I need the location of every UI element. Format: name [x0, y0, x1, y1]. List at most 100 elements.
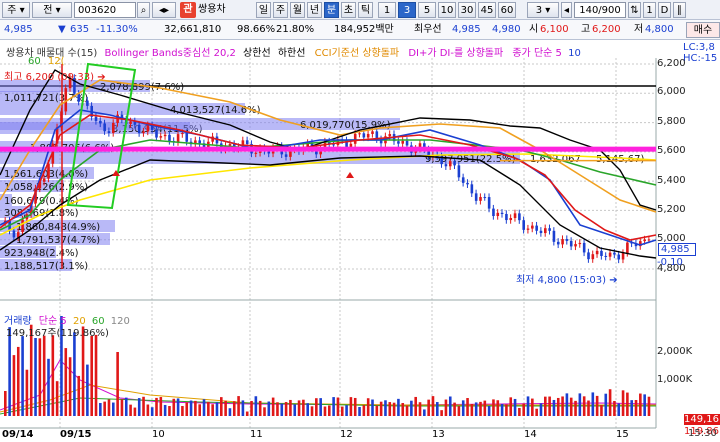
candle-body: [168, 134, 171, 141]
legend-bb-upper: 상한선: [243, 48, 271, 59]
volume-bar: [349, 397, 353, 416]
period-tab-0[interactable]: 일: [256, 2, 271, 18]
candle-body: [509, 218, 513, 221]
watch-badge-label: 관: [183, 4, 193, 15]
interval-button-1[interactable]: 3: [398, 2, 416, 18]
volume-bar: [241, 400, 245, 416]
candle-body: [544, 228, 547, 234]
volume-bar: [211, 404, 214, 416]
volume-bar: [531, 398, 534, 416]
volume-bar: [25, 369, 29, 416]
buy-button[interactable]: 매수: [686, 22, 720, 38]
volume-bar: [185, 402, 189, 416]
best-quote-label: 최우선: [414, 24, 442, 35]
candle-body: [608, 252, 612, 257]
volume-bar: [340, 406, 344, 416]
volume-bar: [423, 409, 426, 416]
menu-label: 주: [7, 5, 17, 16]
open-label: 시: [529, 24, 539, 35]
period-tab-4[interactable]: 분: [324, 2, 339, 18]
search-icon: ⌕: [140, 5, 147, 16]
volume-bar: [626, 392, 629, 416]
chart-area[interactable]: 2,078,899(7.6%) 1,011,721(3.7%) 4,013,527(…: [0, 40, 720, 442]
low-annotation-text: 최저 4,800 (15:03): [516, 275, 607, 286]
candle-body: [457, 165, 461, 178]
stock-code-input[interactable]: 003620: [74, 2, 136, 18]
volume-bar: [306, 403, 309, 416]
volume-bar: [293, 404, 297, 416]
interval-button-6[interactable]: 60: [498, 2, 516, 18]
candle-body: [353, 133, 357, 144]
candle-body: [591, 254, 595, 260]
legend-bb: Bollinger Bands중심선 20,2: [104, 48, 236, 59]
volume-bar: [634, 400, 638, 416]
time-axis-label: 09/14: [2, 429, 34, 440]
period-tab-6[interactable]: 틱: [358, 2, 373, 18]
toolbar-button-d[interactable]: D: [658, 2, 671, 18]
interval-button-3[interactable]: 10: [438, 2, 456, 18]
candle-body: [595, 250, 599, 255]
candle-body: [643, 239, 646, 242]
time-axis-label: 15: [616, 429, 629, 440]
toolbar-button-1[interactable]: 1: [643, 2, 656, 18]
interval-button-2[interactable]: 5: [418, 2, 436, 18]
candlestick-chart[interactable]: 2,078,899(7.6%)1,011,721(3.7%)4,013,527(…: [0, 40, 720, 442]
candle-body: [94, 116, 98, 121]
prev-next-stock-button[interactable]: ◂▸: [152, 2, 176, 18]
interval-button-0[interactable]: 1: [378, 2, 396, 18]
candle-body: [448, 161, 452, 167]
volume-bar: [315, 398, 318, 416]
volume-bar: [250, 400, 253, 416]
candle-body: [626, 242, 629, 253]
volume-bar: [444, 399, 448, 416]
volume-bar: [466, 398, 469, 416]
volume-bar: [38, 338, 42, 416]
data-count-input[interactable]: 140/900: [574, 2, 626, 18]
data-count-value: 140/900: [579, 5, 621, 16]
watch-badge[interactable]: 관: [180, 2, 196, 18]
candle-body: [613, 252, 616, 255]
volume-bar: [297, 400, 301, 416]
candle-body: [444, 164, 448, 167]
volume-bar: [124, 397, 128, 416]
volume-current-tag: 149,16: [684, 414, 720, 425]
candle-body: [453, 161, 456, 166]
price-axis-label: 4,800: [657, 263, 686, 274]
volume-bar: [336, 397, 340, 416]
time-axis-label: 11: [250, 429, 263, 440]
price-axis-label: 5,400: [657, 175, 686, 186]
interval-button-5[interactable]: 45: [478, 2, 496, 18]
best-bid: 4,980: [492, 24, 521, 35]
interval-button-4[interactable]: 30: [458, 2, 476, 18]
volume-bar: [379, 401, 383, 416]
candle-body: [587, 252, 590, 260]
period-tab-1[interactable]: 주: [273, 2, 288, 18]
volume-bar: [120, 399, 124, 416]
candle-body: [565, 239, 569, 241]
volume-profile-label: 1,188,517(3.1%): [4, 261, 88, 272]
chart-toolbar: 주 ▾ 전 ▾ 003620 ⌕ ◂▸ 관 쌍용차 3 ▾ ◂ 140/900 …: [0, 0, 720, 20]
volume-bar: [574, 400, 577, 416]
volume-bar: [630, 400, 633, 416]
volume-bar: [548, 396, 551, 416]
scroll-left-button[interactable]: ◂: [561, 2, 572, 18]
volume-bar: [522, 403, 525, 416]
count-spin-button[interactable]: ⇅: [628, 2, 641, 18]
price-axis-label: 6,200: [657, 58, 686, 69]
menu-dropdown[interactable]: 주 ▾: [2, 2, 30, 18]
split-view-button[interactable]: ∥: [673, 2, 686, 18]
mode-dropdown[interactable]: 전 ▾: [32, 2, 72, 18]
volume-bar: [474, 402, 478, 416]
interval-select[interactable]: 3 ▾: [527, 2, 559, 18]
trade-amount: 184,952백만: [334, 24, 394, 35]
candle-body: [531, 225, 534, 229]
time-axis-label: 13: [432, 429, 445, 440]
volume-bar: [181, 406, 184, 416]
period-tab-5[interactable]: 초: [341, 2, 356, 18]
period-tab-2[interactable]: 월: [290, 2, 305, 18]
period-tab-3[interactable]: 년: [307, 2, 322, 18]
volume-bar: [509, 397, 513, 416]
search-button[interactable]: ⌕: [137, 2, 150, 18]
interval-select-value: 3: [535, 5, 543, 16]
volume-bar: [414, 396, 417, 416]
